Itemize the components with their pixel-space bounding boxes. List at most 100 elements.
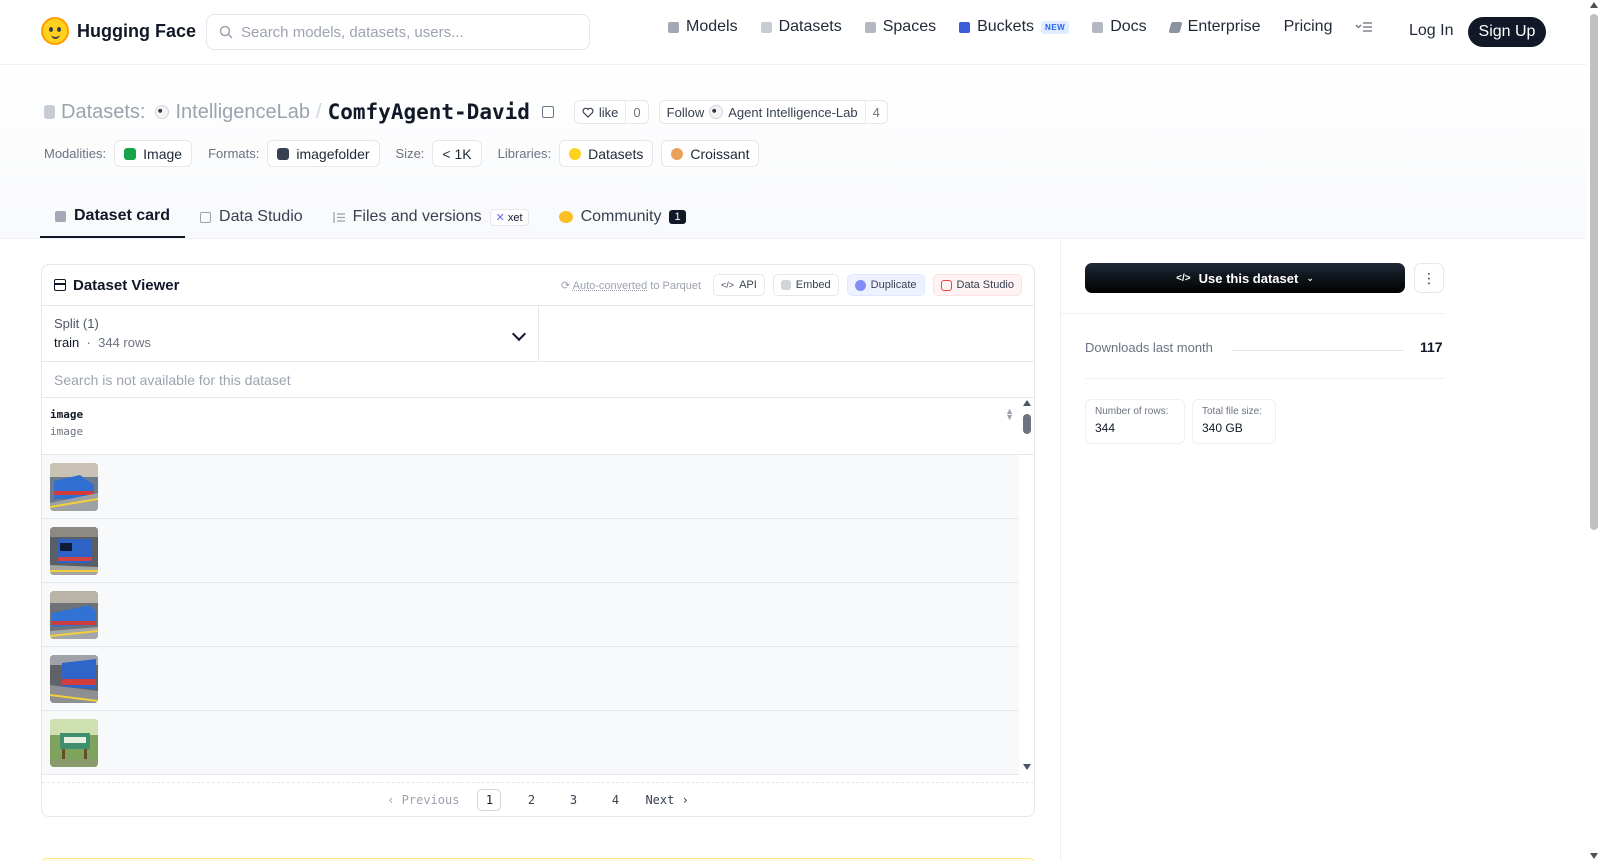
nav-pricing-label: Pricing	[1283, 18, 1333, 35]
community-count-badge: 1	[669, 210, 686, 224]
code-icon: </>	[1176, 272, 1191, 284]
datasets-library-tag[interactable]: Datasets	[559, 140, 654, 167]
cube-icon	[668, 21, 679, 33]
column-header[interactable]: image image ▲ ▼	[42, 398, 1034, 455]
code-icon: </>	[721, 280, 735, 290]
api-button[interactable]: </> API	[713, 274, 765, 296]
image-icon	[124, 147, 137, 160]
scrollbar-thumb[interactable]	[1023, 414, 1031, 434]
follow-org-name: Agent Intelligence-Lab	[728, 104, 858, 120]
search-input[interactable]	[241, 23, 571, 41]
nav-enterprise-label: Enterprise	[1187, 18, 1261, 35]
formats-label: Formats:	[208, 146, 260, 161]
next-page-button[interactable]: Next ›	[645, 793, 688, 807]
top-navigation: Hugging Face Models Datasets Spaces Buck…	[0, 0, 1586, 65]
table-row[interactable]	[42, 455, 1019, 519]
size-tag[interactable]: < 1K	[432, 140, 482, 167]
croissant-library-tag[interactable]: Croissant	[661, 140, 760, 167]
sort-icon[interactable]: ▲ ▼	[1005, 407, 1014, 422]
viewer-title-text: Dataset Viewer	[73, 276, 180, 294]
follow-button[interactable]: Follow Agent Intelligence-Lab 4	[658, 100, 888, 124]
auto-converted-note[interactable]: ⟳ Auto-converted to Parquet	[561, 279, 701, 292]
more-menu-icon	[1356, 22, 1373, 32]
column-name: image	[50, 408, 84, 421]
previous-page-button[interactable]: ‹ Previous	[387, 793, 459, 807]
table-row[interactable]	[42, 583, 1019, 647]
page-1-button[interactable]: 1	[477, 788, 502, 811]
nav-docs-label: Docs	[1110, 18, 1147, 35]
split-value: train · 344 rows	[54, 335, 526, 350]
signup-button[interactable]: Sign Up	[1468, 17, 1546, 47]
table-row[interactable]	[42, 711, 1019, 775]
copy-icon[interactable]	[541, 106, 554, 118]
nav-buckets[interactable]: Buckets NEW	[959, 18, 1070, 36]
like-button[interactable]: like 0	[573, 100, 649, 124]
nav-spaces[interactable]: Spaces	[864, 18, 936, 36]
nav-docs[interactable]: Docs	[1092, 18, 1147, 36]
tab-community-label: Community	[580, 208, 662, 225]
folder-icon	[277, 147, 290, 160]
dataset-tabs: Dataset card Data Studio Files and versi…	[40, 196, 701, 239]
tab-files-and-versions[interactable]: Files and versions ✕ xet	[318, 196, 544, 238]
hugging-face-logo-icon	[41, 17, 69, 45]
split-selector[interactable]: Split (1) train · 344 rows	[42, 306, 539, 361]
modality-tag[interactable]: Image	[114, 140, 193, 167]
image-thumbnail[interactable]	[50, 718, 98, 767]
auto-converted-link: Auto-converted	[572, 279, 648, 292]
format-tag[interactable]: imagefolder	[267, 140, 380, 167]
image-thumbnail[interactable]	[50, 654, 98, 703]
new-badge: NEW	[1041, 20, 1070, 34]
embed-button[interactable]: Embed	[772, 274, 839, 296]
org-link[interactable]: IntelligenceLab	[175, 101, 310, 124]
page-scrollbar[interactable]	[1588, 0, 1600, 861]
scroll-up-icon[interactable]	[1590, 2, 1598, 8]
scroll-up-icon[interactable]	[1023, 400, 1031, 406]
page-3-button[interactable]: 3	[561, 789, 585, 811]
embed-icon	[780, 280, 791, 290]
heart-icon	[582, 107, 594, 118]
next-label: Next	[645, 792, 675, 807]
search-box[interactable]	[206, 14, 590, 50]
chevron-down-icon: ⌄	[1306, 272, 1314, 283]
duplicate-button[interactable]: Duplicate	[846, 274, 925, 296]
nav-enterprise[interactable]: Enterprise	[1168, 18, 1261, 36]
scroll-down-icon[interactable]	[1590, 853, 1598, 859]
table-icon	[200, 211, 212, 223]
bucket-icon	[959, 21, 971, 33]
more-options-button[interactable]: ⋮	[1414, 263, 1444, 293]
use-this-dataset-button[interactable]: </> Use this dataset ⌄	[1085, 263, 1405, 293]
brand-logo[interactable]: Hugging Face	[41, 17, 196, 45]
scroll-down-icon[interactable]	[1023, 764, 1031, 770]
image-thumbnail[interactable]	[50, 526, 98, 575]
tab-dataset-card[interactable]: Dataset card	[40, 196, 186, 238]
page-scrollbar-thumb[interactable]	[1590, 14, 1598, 530]
embed-label: Embed	[795, 279, 831, 291]
nav-datasets[interactable]: Datasets	[760, 18, 842, 36]
table-row[interactable]	[42, 519, 1019, 583]
tab-data-studio[interactable]: Data Studio	[185, 196, 318, 238]
table-row[interactable]	[42, 647, 1019, 711]
refresh-icon: ⟳	[560, 279, 571, 292]
nav-models[interactable]: Models	[668, 18, 738, 36]
dataset-name[interactable]: ComfyAgent-David	[328, 100, 530, 124]
page-4-button[interactable]: 4	[603, 789, 627, 811]
rows-stat: Number of rows: 344	[1085, 399, 1185, 444]
viewer-scrollbar[interactable]	[1021, 400, 1033, 770]
duplicate-label: Duplicate	[870, 279, 917, 291]
image-thumbnail[interactable]	[50, 462, 98, 511]
image-thumbnail[interactable]	[50, 590, 98, 639]
hugging-face-icon	[569, 147, 582, 160]
size-value: < 1K	[442, 145, 472, 162]
more-menu-button[interactable]	[1355, 21, 1373, 33]
vertical-dots-icon: ⋮	[1422, 269, 1436, 286]
tab-files-label: Files and versions	[352, 208, 482, 225]
data-studio-button[interactable]: Data Studio	[932, 274, 1022, 296]
tab-community[interactable]: Community 1	[544, 196, 701, 238]
downloads-value: 117	[1420, 339, 1443, 355]
nav-pricing[interactable]: Pricing	[1284, 18, 1333, 36]
login-link[interactable]: Log In	[1409, 22, 1453, 40]
dataset-meta-row: Modalities: Image Formats: imagefolder S…	[44, 140, 760, 167]
xet-label: xet	[507, 211, 523, 224]
page-2-button[interactable]: 2	[519, 789, 543, 811]
data-studio-label: Data Studio	[956, 279, 1014, 291]
